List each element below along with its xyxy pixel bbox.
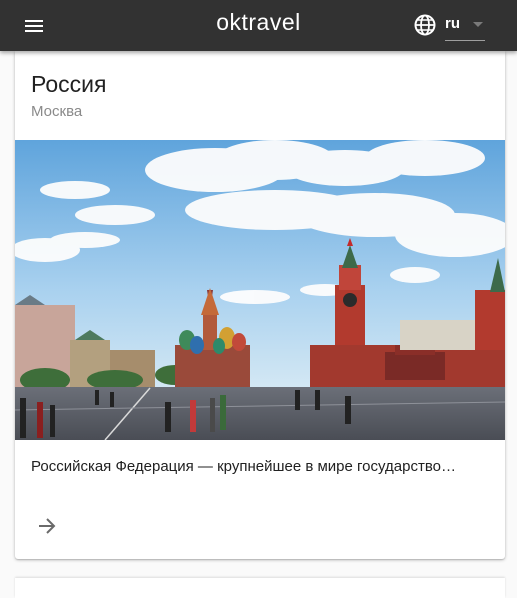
card-subtitle: Москва	[31, 103, 83, 120]
arrow-right-icon	[39, 518, 56, 534]
destination-card: Россия Москва Российская Федерация — кру…	[15, 51, 505, 559]
next-card-edge	[15, 578, 505, 598]
card-title: Россия	[31, 71, 107, 97]
app-bar: oktravel ru	[0, 0, 517, 51]
language-select[interactable]: ru	[445, 11, 485, 41]
red-square-photo[interactable]	[15, 140, 505, 440]
card-description: Российская Федерация — крупнейшее в мире…	[31, 458, 456, 475]
brand-label: oktravel	[216, 9, 301, 35]
language-switcher: ru	[413, 11, 493, 41]
globe-icon	[414, 14, 436, 36]
language-value: ru	[445, 15, 460, 32]
chevron-down-icon	[473, 22, 483, 27]
open-destination-button[interactable]	[33, 512, 61, 540]
